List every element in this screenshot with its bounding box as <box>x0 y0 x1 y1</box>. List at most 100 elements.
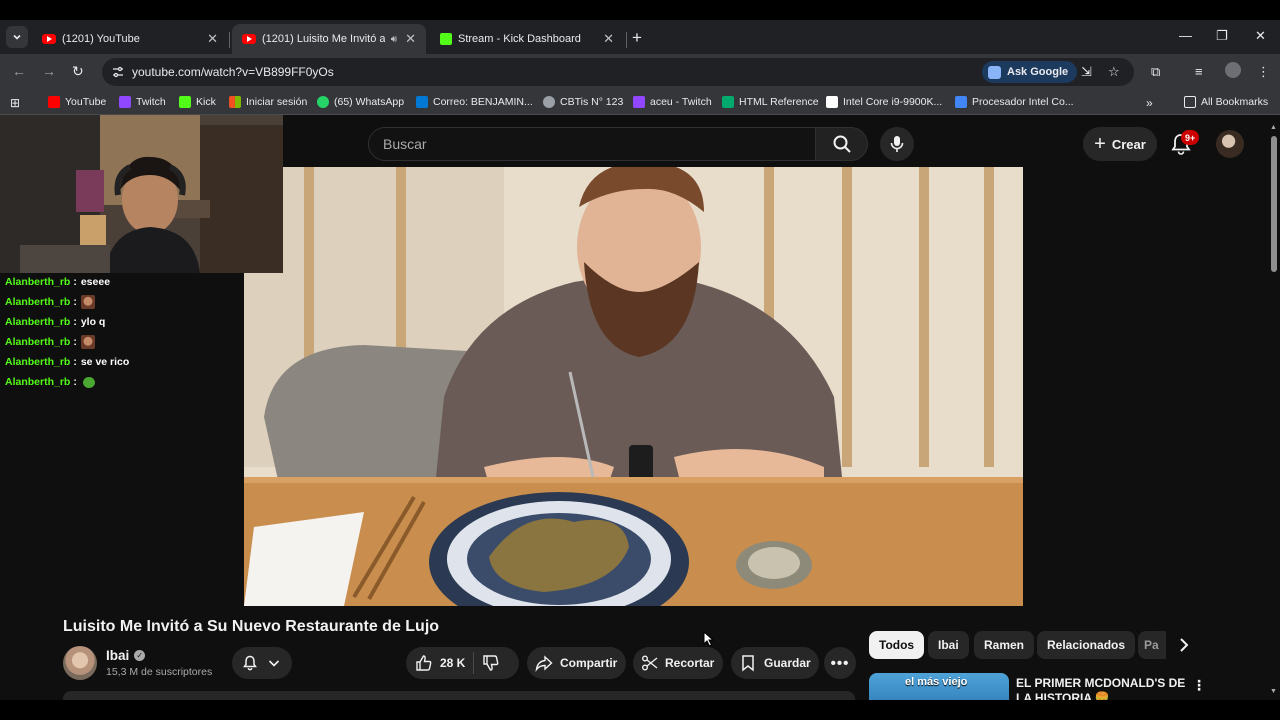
tab-kick-dashboard[interactable]: Stream - Kick Dashboard ✕ <box>430 24 624 54</box>
video-frame <box>244 167 1023 606</box>
youtube-icon <box>42 34 56 44</box>
chat-username: Alanberth_rb <box>5 316 71 328</box>
stream-chat-overlay: Alanberth_rb: eseee Alanberth_rb: Alanber… <box>5 272 245 392</box>
chat-colon: : <box>73 356 77 368</box>
bookmark-html-reference[interactable]: HTML Reference <box>722 96 819 108</box>
new-tab-button[interactable]: + <box>632 28 642 48</box>
forward-icon[interactable]: → <box>42 63 56 79</box>
speaker-icon[interactable]: 🔊︎ <box>391 34 397 45</box>
chevron-down-icon <box>268 660 280 667</box>
site-info-icon[interactable] <box>110 64 126 80</box>
chip-partial[interactable]: Pa <box>1138 631 1166 659</box>
more-vertical-icon[interactable]: ⋮ <box>1192 677 1206 694</box>
scroll-up-icon[interactable]: ▲ <box>1270 124 1277 131</box>
bell-icon <box>243 655 257 671</box>
tab-title: (1201) Luisito Me Invitó a Su Nuevo Rest… <box>262 33 385 45</box>
bookmark-aceu-twitch[interactable]: aceu - Twitch <box>633 96 712 108</box>
chrome-menu-icon[interactable]: ⋮ <box>1257 64 1270 80</box>
microphone-icon <box>890 136 904 152</box>
kick-icon <box>440 33 452 45</box>
bookmark-twitch[interactable]: Twitch <box>119 96 166 108</box>
chevron-right-icon[interactable] <box>1174 635 1194 655</box>
chat-text: eseee <box>80 276 111 288</box>
clip-button[interactable]: Recortar <box>633 647 723 679</box>
chat-message: Alanberth_rb: <box>5 332 245 352</box>
bookmark-mail[interactable]: Correo: BENJAMIN... <box>416 96 533 108</box>
emote-face-icon <box>80 295 95 309</box>
bookmark-label: YouTube <box>65 96 107 108</box>
ask-google-button[interactable]: Ask Google <box>982 61 1078 83</box>
all-bookmarks[interactable]: All Bookmarks <box>1184 96 1268 108</box>
bookmark-intel-processor[interactable]: Procesador Intel Co... <box>955 96 1074 108</box>
bookmark-icon <box>742 655 754 672</box>
recommended-thumbnail[interactable]: el más viejo <box>869 673 1009 700</box>
chip-all[interactable]: Todos <box>869 631 925 659</box>
bookmark-star-icon[interactable]: ☆ <box>1108 64 1120 80</box>
twitch-icon <box>633 96 645 108</box>
create-button[interactable]: + Crear <box>1083 127 1157 161</box>
scroll-down-icon[interactable]: ▼ <box>1270 688 1277 695</box>
subscriber-count: 15,3 M de suscriptores <box>106 666 213 678</box>
recommended-title[interactable]: EL PRIMER MCDONALD'S DE LA HISTORIA 🍔 <box>1016 676 1186 700</box>
chat-username: Alanberth_rb <box>5 276 71 288</box>
voice-search-button[interactable] <box>880 127 914 161</box>
bookmark-kick[interactable]: Kick <box>179 96 216 108</box>
close-icon[interactable]: ✕ <box>207 31 218 47</box>
profile-avatar[interactable] <box>1225 62 1241 78</box>
browser-tab-strip: (1201) YouTube ✕ (1201) Luisito Me Invit… <box>0 20 1280 54</box>
more-bookmarks-icon[interactable]: » <box>1146 96 1153 110</box>
search-input[interactable]: Buscar <box>368 127 816 161</box>
subscription-bell-button[interactable] <box>232 647 292 679</box>
restore-icon[interactable]: ❐ <box>1216 28 1228 44</box>
tab-video[interactable]: (1201) Luisito Me Invitó a Su Nuevo Rest… <box>232 24 426 54</box>
chip-ibai[interactable]: Ibai <box>928 631 969 659</box>
reload-icon[interactable]: ↻ <box>72 63 84 80</box>
search-button[interactable] <box>816 127 868 161</box>
tab-search-button[interactable] <box>6 26 28 48</box>
chat-colon: : <box>73 296 77 308</box>
save-button[interactable]: Guardar <box>731 647 819 679</box>
extensions-icon[interactable]: ⧉ <box>1151 64 1160 80</box>
channel-avatar[interactable] <box>63 646 97 680</box>
channel-name: Ibai <box>106 648 130 663</box>
share-button[interactable]: Compartir <box>527 647 626 679</box>
back-icon[interactable]: ← <box>12 63 26 79</box>
address-bar[interactable]: youtube.com/watch?v=VB899FF0yOs <box>102 58 1134 86</box>
video-player[interactable] <box>244 167 1023 606</box>
chip-related[interactable]: Relacionados <box>1037 631 1136 659</box>
browser-toolbar: ← → ↻ youtube.com/watch?v=VB899FF0yOs As… <box>0 54 1280 90</box>
window-close-icon[interactable]: ✕ <box>1255 28 1266 44</box>
bookmark-whatsapp[interactable]: (65) WhatsApp <box>317 96 404 108</box>
verified-icon: ✓ <box>134 650 146 661</box>
tab-youtube-home[interactable]: (1201) YouTube ✕ <box>32 24 228 54</box>
chat-message: Alanberth_rb: se ve rico <box>5 352 245 372</box>
minimize-icon[interactable]: — <box>1179 28 1192 43</box>
bookmark-cbtis[interactable]: CBTis N° 123 <box>543 96 623 108</box>
description-box[interactable] <box>63 691 855 700</box>
close-icon[interactable]: ✕ <box>405 31 416 47</box>
dislike-button[interactable] <box>482 654 500 672</box>
mouse-cursor-icon <box>703 631 715 647</box>
chat-message: Alanberth_rb: <box>5 292 245 312</box>
bookmark-microsoft-login[interactable]: Iniciar sesión <box>229 96 307 108</box>
bookmark-label: Correo: BENJAMIN... <box>433 96 533 108</box>
install-app-icon[interactable]: ⇲ <box>1081 64 1092 80</box>
page-scrollbar[interactable]: ▲ ▼ <box>1268 122 1280 700</box>
chip-ramen[interactable]: Ramen <box>974 631 1035 659</box>
apps-icon[interactable]: ⊞ <box>10 96 20 110</box>
like-button[interactable]: 28 K <box>415 654 465 672</box>
close-icon[interactable]: ✕ <box>603 31 614 47</box>
scrollbar-thumb[interactable] <box>1271 136 1277 272</box>
bookmark-label: aceu - Twitch <box>650 96 712 108</box>
notifications-badge: 9+ <box>1181 130 1200 145</box>
more-actions-button[interactable]: ••• <box>824 647 856 679</box>
thumbnail-text: el más viejo <box>905 676 968 688</box>
bookmark-amazon-intel[interactable]: Intel Core i9-9900K... <box>826 96 942 108</box>
channel-name-link[interactable]: Ibai ✓ <box>106 648 146 663</box>
account-avatar[interactable] <box>1216 130 1244 158</box>
chat-colon: : <box>73 336 77 348</box>
bookmark-youtube[interactable]: YouTube <box>48 96 106 108</box>
bookmark-label: Twitch <box>136 96 166 108</box>
media-control-icon[interactable]: ≡ <box>1195 64 1203 79</box>
save-label: Guardar <box>764 656 811 670</box>
